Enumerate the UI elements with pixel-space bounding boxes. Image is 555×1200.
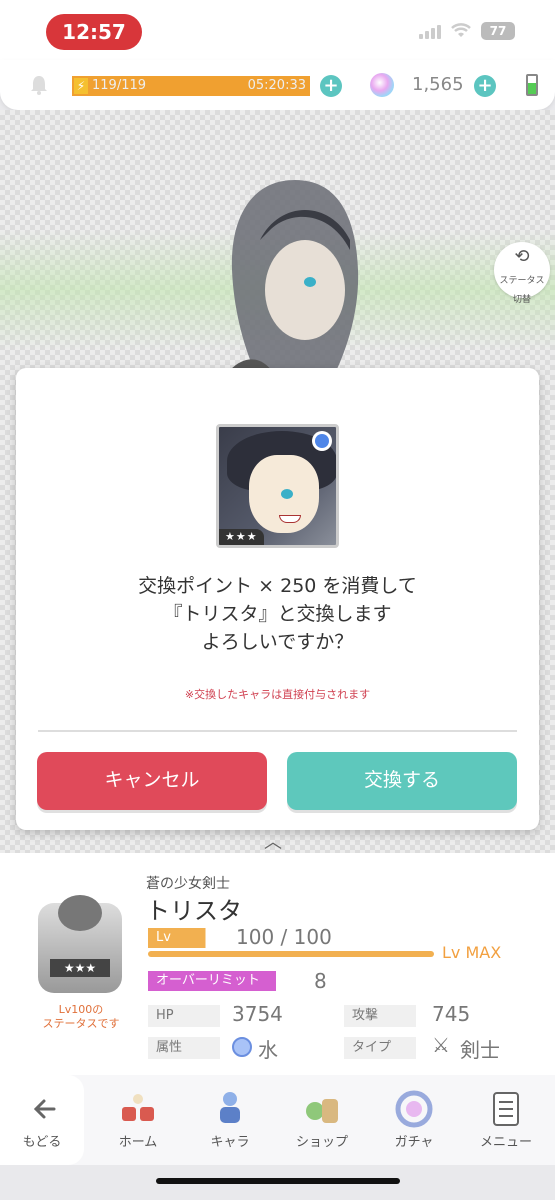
attribute-label: 属性 [148,1037,220,1059]
back-arrow-icon [33,1099,56,1119]
character-detail-panel: ★★★ Lv100の ステータスです 蒼の少女剣士 トリスタ Lv 100 / … [0,853,555,1075]
clock: 12:57 [46,14,142,50]
resource-bar: ⚡ 119/119 05:20:33 + 1,565 + [0,60,555,110]
add-gems-button[interactable]: + [474,75,496,97]
dialog-message: 交換ポイント × 250 を消費して 『トリスタ』と交換します よろしいですか？ [16,572,539,656]
overlimit-label: オーバーリミット [148,971,308,991]
exchange-confirm-dialog: ★★★ 交換ポイント × 250 を消費して 『トリスタ』と交換します よろしい… [16,368,539,830]
system-icons: 77 [419,22,515,40]
level-max: Lv MAX [442,943,502,962]
character-portrait: ★★★ [216,424,339,548]
refresh-icon: ⟲ [514,246,530,267]
chara-icon [220,1092,240,1123]
nav-menu[interactable]: メニュー [460,1075,552,1165]
nav-shop-label: ショップ [295,1135,348,1150]
dialog-note: ※交換したキャラは直接付与されます [184,688,371,701]
home-indicator [156,1178,400,1184]
signal-icon [419,23,441,39]
attack-value: 745 [432,1002,471,1026]
stamina-timer: 05:20:33 [247,78,306,93]
gacha-icon [395,1090,433,1128]
water-element-icon [312,431,332,451]
status-toggle-button[interactable]: ⟲ ステータス 切替 [494,242,550,305]
emblem-head [58,895,102,931]
attribute-value: 水 [258,1038,278,1062]
nav-back-label: もどる [22,1135,62,1150]
nav-gacha[interactable]: ガチャ [368,1075,460,1165]
nav-gacha-label: ガチャ [394,1135,434,1150]
level-label: Lv [148,928,230,948]
battery-indicator: 77 [481,22,515,40]
nav-menu-label: メニュー [479,1135,532,1150]
character-name: トリスタ [146,897,242,925]
bell-icon[interactable] [28,74,50,96]
gem-count: 1,565 [412,74,464,95]
gem-icon [370,73,394,97]
level-bar [148,951,434,957]
water-attribute-icon [232,1037,252,1057]
cancel-button[interactable]: キャンセル [37,752,267,810]
level-note: Lv100の ステータスです [42,1003,120,1030]
message-line-3: よろしいですか？ [201,631,354,653]
chevron-up-icon[interactable]: ︿ [264,828,282,854]
nav-home[interactable]: ホーム [92,1075,184,1165]
sword-icon: ⚔ [432,1033,450,1057]
message-line-2: 『トリスタ』と交換します [163,603,392,625]
bottom-nav: もどる ホーム キャラ ショップ ガチャ メニュー [0,1075,555,1165]
rarity-stars: ★★★ [219,529,264,545]
nav-chara[interactable]: キャラ [184,1075,276,1165]
nav-back[interactable]: もどる [0,1075,84,1165]
home-icon [122,1094,154,1121]
attack-label: 攻撃 [344,1005,416,1027]
nav-chara-label: キャラ [210,1135,250,1150]
wifi-icon [451,23,471,37]
shop-icon [306,1099,338,1123]
status-bar: 12:57 77 [0,0,555,60]
character-emblem: ★★★ [38,895,122,993]
hp-value: 3754 [232,1002,283,1026]
stamina-value: 119/119 [92,78,147,93]
type-label: タイプ [344,1037,416,1059]
nav-shop[interactable]: ショップ [276,1075,368,1165]
portrait-eye [281,489,293,499]
hp-label: HP [148,1005,220,1027]
status-toggle-label: ステータス 切替 [499,276,545,305]
type-value: 剣士 [460,1038,500,1062]
message-line-1: 交換ポイント × 250 を消費して [138,575,417,597]
add-stamina-button[interactable]: + [320,75,342,97]
level-value: 100 / 100 [236,925,332,949]
stamina-item-icon[interactable] [526,74,538,96]
character-title: 蒼の少女剣士 [146,876,230,892]
emblem-stars: ★★★ [50,959,110,977]
menu-icon [493,1092,519,1126]
lightning-icon: ⚡ [74,78,88,94]
overlimit-value: 8 [314,969,327,993]
stamina-bar: ⚡ 119/119 05:20:33 [72,76,310,96]
dialog-divider [38,730,517,732]
exchange-button[interactable]: 交換する [287,752,517,810]
nav-home-label: ホーム [118,1135,158,1150]
